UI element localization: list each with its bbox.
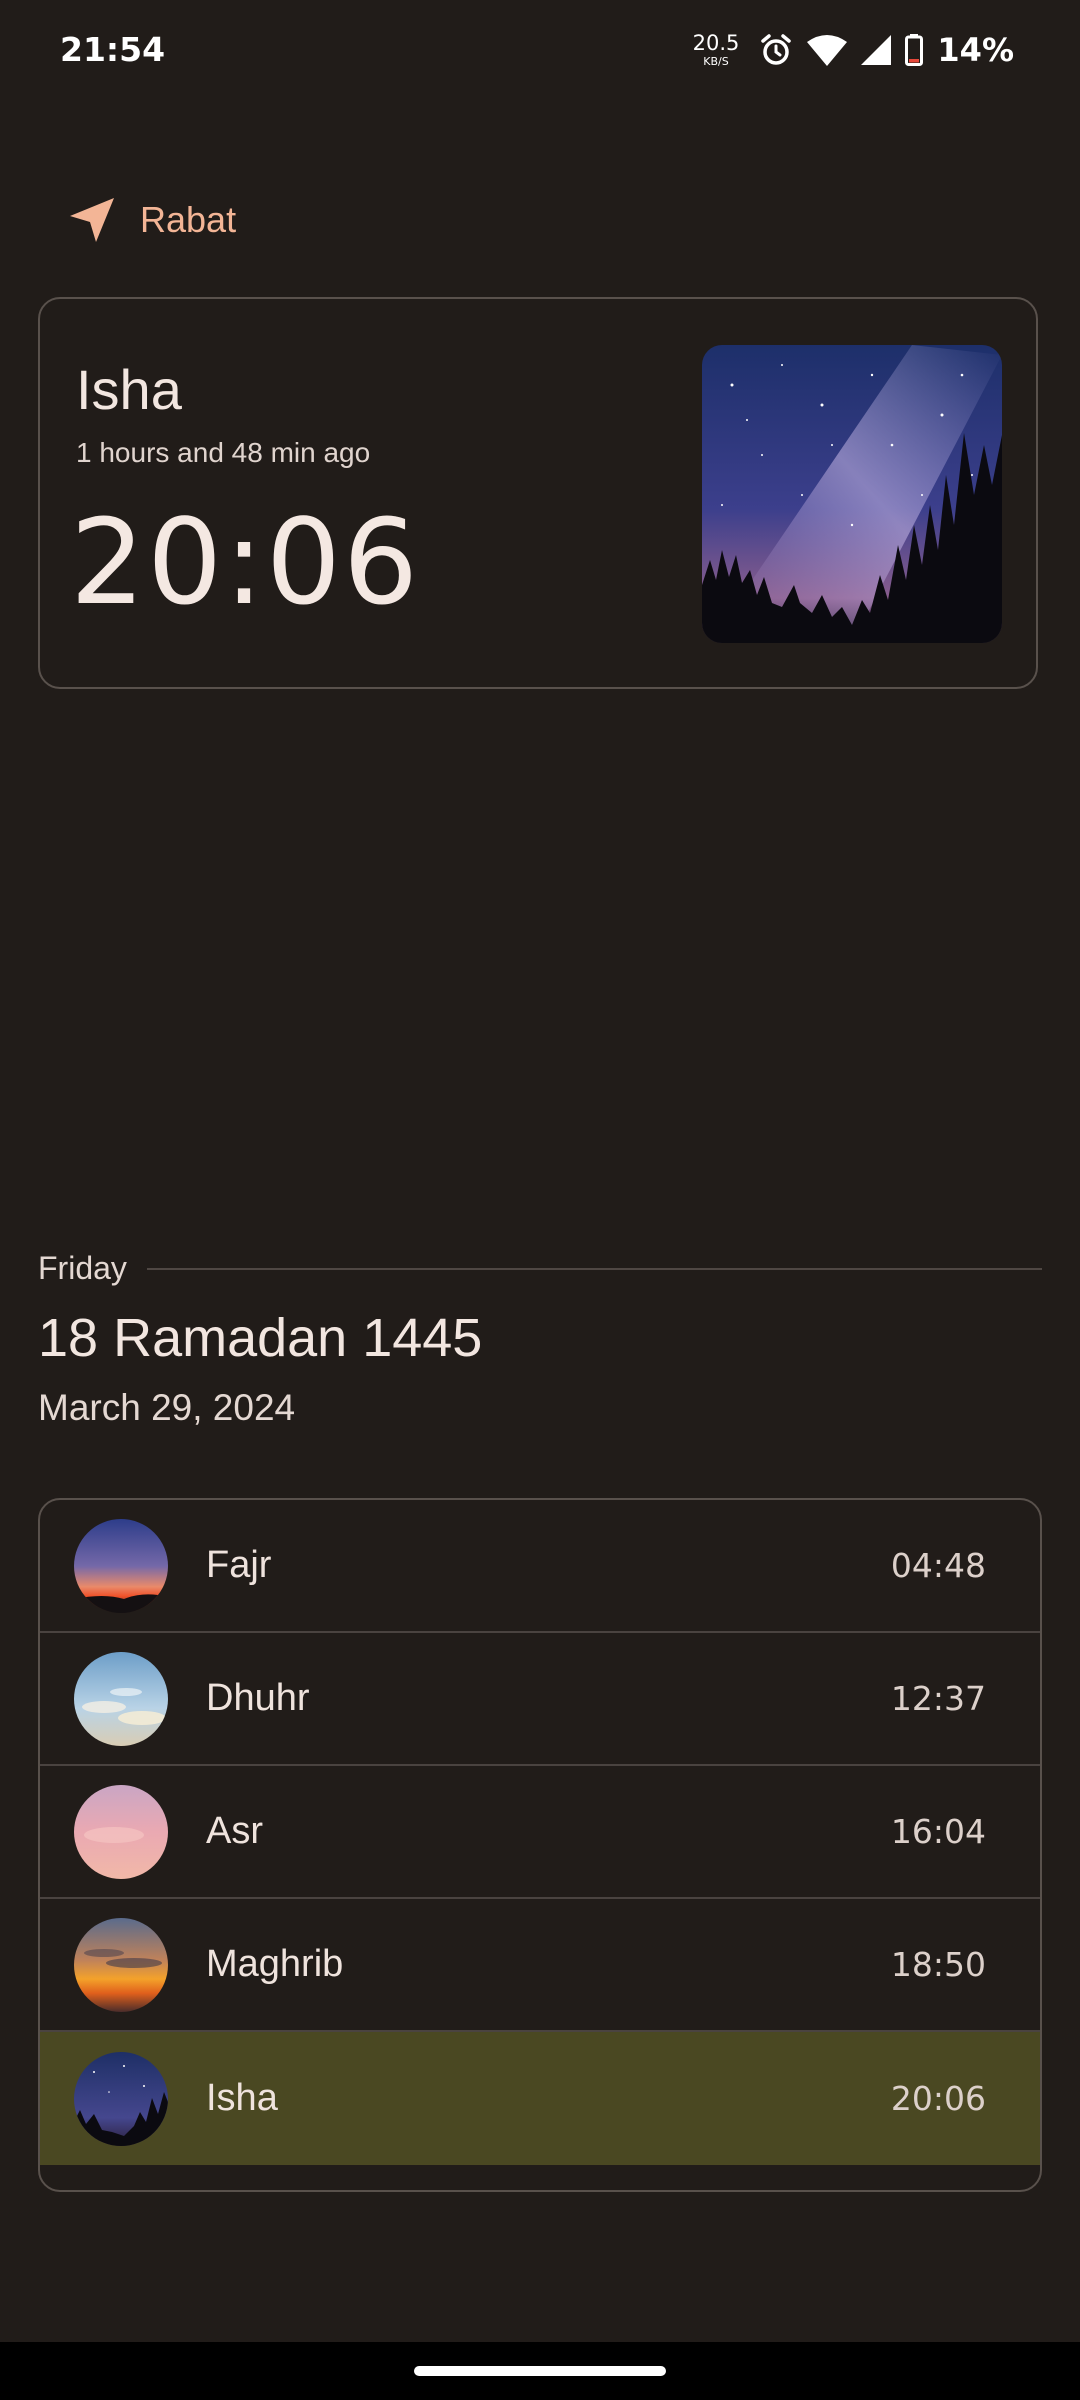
network-speed-value: 20.5 bbox=[692, 31, 740, 55]
prayer-row-fajr[interactable]: Fajr 04:48 bbox=[40, 1500, 1040, 1633]
prayer-name: Asr bbox=[206, 1810, 263, 1852]
date-section: Friday 18 Ramadan 1445 March 29, 2024 bbox=[38, 1250, 1042, 1429]
prayer-name: Isha bbox=[206, 2077, 278, 2119]
gregorian-date: March 29, 2024 bbox=[38, 1387, 296, 1428]
pink-sky-image bbox=[74, 1784, 168, 1879]
network-speed: 20.5 KB/S bbox=[692, 31, 740, 68]
divider bbox=[146, 1267, 1042, 1270]
current-prayer-elapsed: 1 hours and 48 min ago bbox=[76, 437, 371, 468]
prayer-time: 12:37 bbox=[890, 1679, 986, 1718]
wifi-icon bbox=[807, 34, 848, 66]
location-city: Rabat bbox=[140, 199, 237, 240]
current-prayer-name: Isha bbox=[76, 358, 182, 421]
prayer-name: Fajr bbox=[206, 1544, 272, 1586]
weekday-row: Friday bbox=[38, 1250, 1042, 1287]
prayer-time: 04:48 bbox=[890, 1546, 986, 1585]
prayer-name: Dhuhr bbox=[206, 1677, 310, 1719]
night-sky-image bbox=[74, 2051, 168, 2146]
dawn-sky-image bbox=[74, 1518, 168, 1613]
prayer-time: 16:04 bbox=[890, 1812, 986, 1851]
navigation-arrow-icon bbox=[68, 196, 116, 244]
battery-low-icon bbox=[905, 34, 924, 66]
prayer-row-isha[interactable]: Isha 20:06 bbox=[40, 2032, 1040, 2165]
status-bar: 21:54 20.5 KB/S 14% bbox=[0, 0, 1080, 100]
prayer-row-asr[interactable]: Asr 16:04 bbox=[40, 1766, 1040, 1899]
cellular-signal-icon bbox=[861, 35, 892, 65]
prayer-row-dhuhr[interactable]: Dhuhr 12:37 bbox=[40, 1633, 1040, 1766]
prayer-time: 18:50 bbox=[890, 1945, 986, 1984]
daytime-clouds-image bbox=[74, 1651, 168, 1746]
location-selector[interactable]: Rabat bbox=[68, 196, 236, 244]
prayer-time: 20:06 bbox=[890, 2079, 986, 2118]
status-time: 21:54 bbox=[60, 30, 166, 69]
sunset-image bbox=[74, 1917, 168, 2012]
prayer-times-list: Fajr 04:48 Dhuhr 12:37 Asr 16:04 Maghrib… bbox=[38, 1498, 1042, 2192]
current-prayer-time: 20:06 bbox=[70, 493, 421, 631]
hijri-date: 18 Ramadan 1445 bbox=[38, 1308, 483, 1368]
home-gesture-handle[interactable] bbox=[414, 2366, 666, 2376]
prayer-name: Maghrib bbox=[206, 1943, 344, 1985]
night-sky-image bbox=[702, 345, 1002, 643]
status-icons: 20.5 KB/S 14% bbox=[693, 28, 1014, 72]
network-speed-unit: KB/S bbox=[703, 55, 729, 68]
prayer-row-maghrib[interactable]: Maghrib 18:50 bbox=[40, 1899, 1040, 2032]
battery-percent: 14% bbox=[937, 31, 1014, 69]
current-prayer-card[interactable]: Isha 1 hours and 48 min ago 20:06 bbox=[38, 297, 1038, 689]
alarm-icon bbox=[759, 33, 793, 67]
weekday-label: Friday bbox=[38, 1250, 127, 1286]
